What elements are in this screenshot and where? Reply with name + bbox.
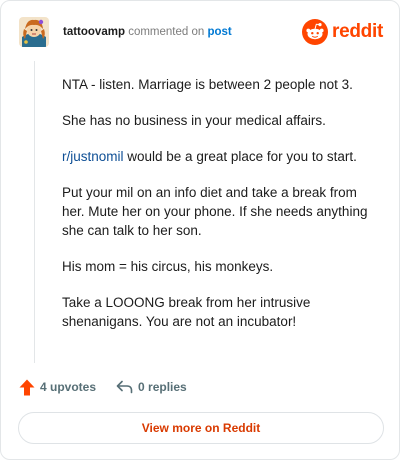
comment-meta: tattoovamp commented on post [63, 26, 232, 38]
upvote-count: 4 upvotes [40, 380, 97, 394]
reply-arrow-icon [116, 380, 133, 394]
comment-paragraph: Take a LOOONG break from her intrusive s… [62, 295, 311, 329]
username-link[interactable]: tattoovamp [63, 26, 125, 38]
comment-actions: 4 upvotes 0 replies [19, 377, 187, 397]
subreddit-link[interactable]: r/justnomil [62, 149, 124, 164]
upvote-button[interactable]: 4 upvotes [19, 379, 96, 396]
user-avatar[interactable] [19, 17, 49, 47]
thread-line[interactable] [34, 61, 35, 363]
upvote-arrow-icon [19, 379, 35, 395]
comment-header: tattoovamp commented on post reddit [19, 17, 385, 51]
comment-paragraph: r/justnomil would be a great place for y… [62, 147, 382, 166]
reddit-snoo-icon [302, 19, 329, 45]
commented-on-label: commented on [128, 26, 205, 38]
avatar-icon [19, 17, 49, 47]
comment-paragraph: NTA - listen. Marriage is between 2 peop… [62, 77, 353, 92]
replies-button[interactable]: 0 replies [116, 380, 187, 394]
reddit-embed-card: tattoovamp commented on post reddit NTA … [0, 0, 400, 460]
view-more-button[interactable]: View more on Reddit [18, 412, 384, 444]
comment-body: NTA - listen. Marriage is between 2 peop… [62, 75, 382, 348]
reply-count: 0 replies [138, 380, 187, 394]
reddit-wordmark: reddit [332, 21, 383, 42]
post-link[interactable]: post [207, 26, 231, 38]
comment-paragraph: Put your mil on an info diet and take a … [62, 185, 368, 238]
comment-text: would be a great place for you to start. [123, 149, 357, 164]
comment-paragraph: She has no business in your medical affa… [62, 113, 326, 128]
comment-paragraph: His mom = his circus, his monkeys. [62, 259, 274, 274]
reddit-logo[interactable]: reddit [302, 19, 383, 45]
